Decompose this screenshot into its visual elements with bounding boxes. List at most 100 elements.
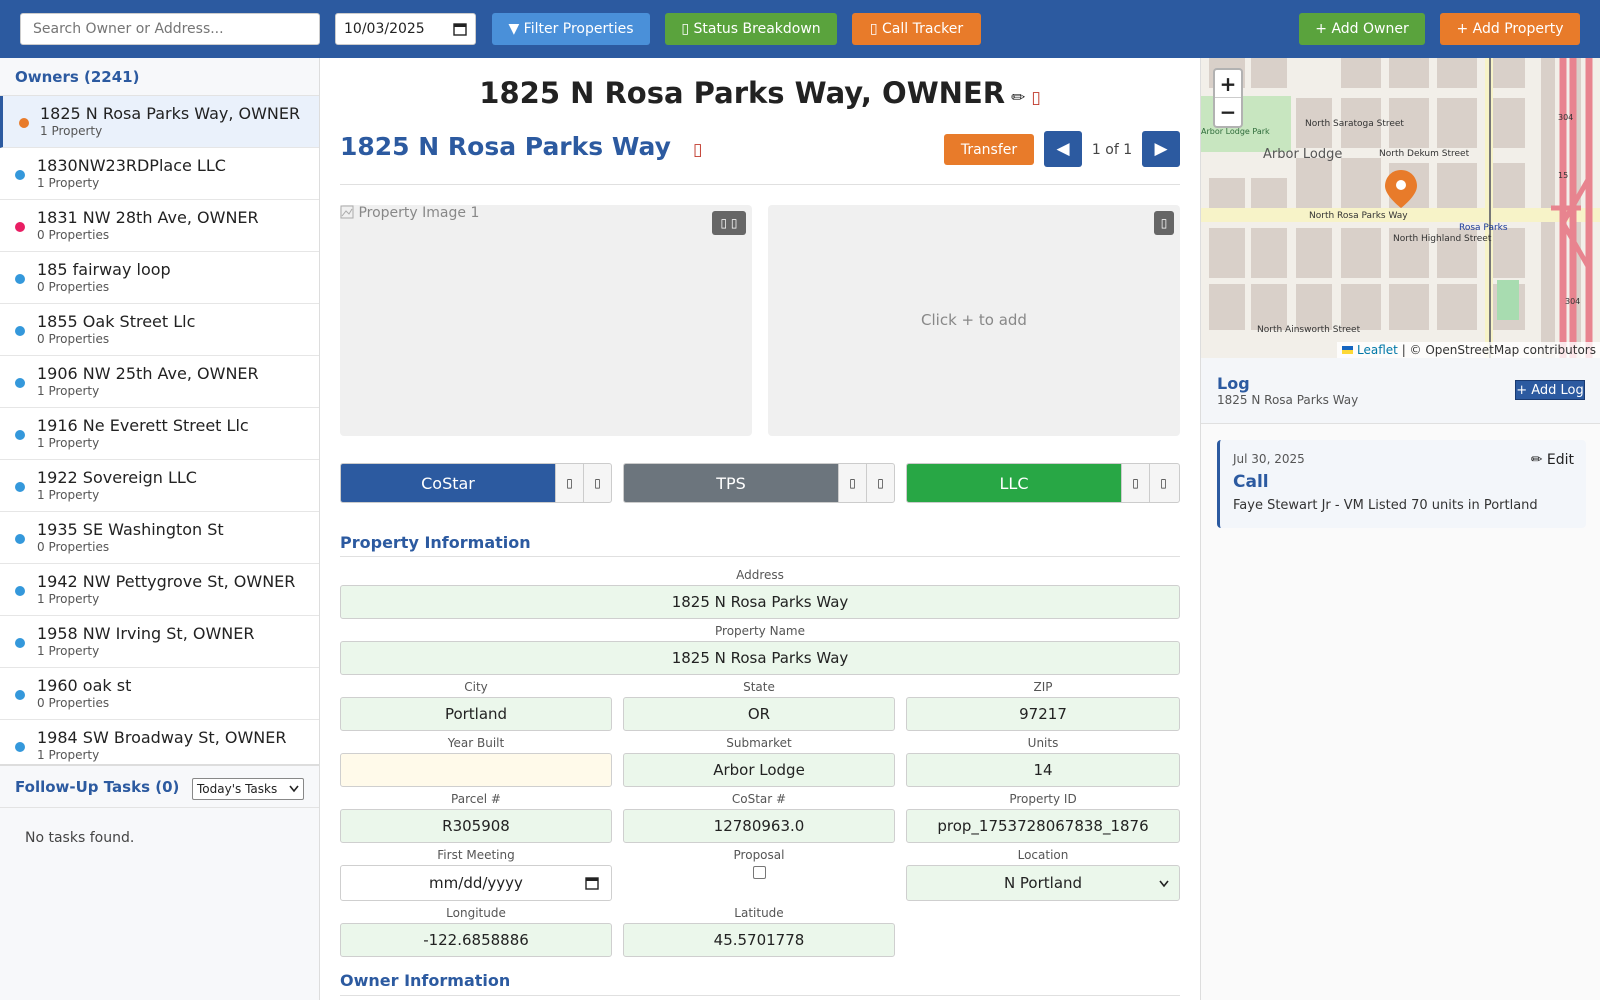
status-dot xyxy=(15,170,25,180)
city-label: City xyxy=(464,680,488,694)
log-entry-type: Call xyxy=(1233,472,1269,492)
calendar-icon[interactable] xyxy=(585,876,599,890)
search-input[interactable] xyxy=(20,13,320,45)
map-label-dekum: North Dekum Street xyxy=(1379,149,1470,159)
status-dot xyxy=(15,586,25,596)
filter-properties-button[interactable]: ▼ Filter Properties xyxy=(492,13,650,45)
tps-copy-icon[interactable]: ▯ xyxy=(838,464,866,502)
transfer-button[interactable]: Transfer xyxy=(944,134,1034,165)
zip-field[interactable]: 97217 xyxy=(906,697,1180,731)
owner-title-text: 1825 N Rosa Parks Way, OWNER xyxy=(479,76,1006,110)
property-image-slot-1[interactable]: Property Image 1 ▯ ▯ xyxy=(340,205,752,436)
property-map[interactable]: Arbor Lodge North Rosa Parks Way Rosa Pa… xyxy=(1201,58,1600,358)
calendar-icon[interactable] xyxy=(453,22,467,36)
costar-copy-icon[interactable]: ▯ xyxy=(555,464,583,502)
status-breakdown-button[interactable]: ▯ Status Breakdown xyxy=(665,13,837,45)
costar-button[interactable]: CoStar xyxy=(341,464,555,502)
owner-property-count: 1 Property xyxy=(37,436,100,450)
owner-list-item[interactable]: 1958 NW Irving St, OWNER 1 Property xyxy=(0,616,319,668)
add-owner-button[interactable]: + Add Owner xyxy=(1299,13,1425,45)
tps-link-icon[interactable]: ▯ xyxy=(866,464,894,502)
zoom-out-button[interactable]: − xyxy=(1215,98,1241,126)
map-label-ainsworth: North Ainsworth Street xyxy=(1257,325,1361,335)
osm-attribution: | © OpenStreetMap contributors xyxy=(1397,343,1596,357)
owner-list-item[interactable]: 1960 oak st 0 Properties xyxy=(0,668,319,720)
broken-image-alt: Property Image 1 xyxy=(340,205,479,221)
tps-button[interactable]: TPS xyxy=(624,464,838,502)
divider xyxy=(340,995,1180,996)
owner-list-item[interactable]: 185 fairway loop 0 Properties xyxy=(0,252,319,304)
llc-button[interactable]: LLC xyxy=(907,464,1121,502)
call-tracker-button[interactable]: ▯ Call Tracker xyxy=(852,13,981,45)
owner-name: 1942 NW Pettygrove St, OWNER xyxy=(37,572,296,591)
owner-list[interactable]: 1825 N Rosa Parks Way, OWNER 1 Property 18… xyxy=(0,96,319,762)
property-image-slot-2[interactable]: ▯ Click + to add xyxy=(768,205,1180,436)
longitude-label: Longitude xyxy=(446,906,506,920)
prev-property-button[interactable]: ◀ xyxy=(1044,131,1082,167)
zoom-in-button[interactable]: + xyxy=(1215,70,1241,98)
latitude-field[interactable]: 45.5701778 xyxy=(623,923,895,957)
owner-list-item[interactable]: 1935 SE Washington St 0 Properties xyxy=(0,512,319,564)
map-zoom-control: + − xyxy=(1213,68,1243,128)
log-entry-edit-button[interactable]: ✏ Edit xyxy=(1531,452,1574,468)
owner-list-item[interactable]: 1830NW23RDPlace LLC 1 Property xyxy=(0,148,319,200)
delete-icon[interactable]: ▯ xyxy=(1031,88,1040,108)
next-property-button[interactable]: ▶ xyxy=(1142,131,1180,167)
first-meeting-date-input[interactable]: mm/dd/yyyy xyxy=(340,865,612,901)
owner-list-item[interactable]: 1906 NW 25th Ave, OWNER 1 Property xyxy=(0,356,319,408)
year-built-label: Year Built xyxy=(447,736,505,750)
add-log-button[interactable]: + Add Log xyxy=(1515,380,1585,400)
log-entry-note: Faye Stewart Jr - VM Listed 70 units in … xyxy=(1233,498,1538,513)
property-name-field[interactable]: 1825 N Rosa Parks Way xyxy=(340,641,1180,675)
image-add-tool-button[interactable]: ▯ xyxy=(1154,211,1174,235)
submarket-field[interactable]: Arbor Lodge xyxy=(623,753,895,787)
property-id-field[interactable]: prop_1753728067838_1876 xyxy=(906,809,1180,843)
owner-name: 1958 NW Irving St, OWNER xyxy=(37,624,255,643)
location-select[interactable]: N Portland xyxy=(906,865,1180,901)
no-tasks-text: No tasks found. xyxy=(25,830,135,846)
map-label-highland: North Highland Street xyxy=(1393,234,1492,244)
right-panel: Arbor Lodge North Rosa Parks Way Rosa Pa… xyxy=(1200,58,1600,1000)
owner-list-item[interactable]: 1922 Sovereign LLC 1 Property xyxy=(0,460,319,512)
status-dot xyxy=(15,638,25,648)
status-dot xyxy=(15,742,25,752)
date-picker[interactable]: 10/03/2025 xyxy=(335,13,476,45)
city-field[interactable]: Portland xyxy=(340,697,612,731)
owner-list-item[interactable]: 1825 N Rosa Parks Way, OWNER 1 Property xyxy=(0,96,319,148)
followup-filter-select[interactable]: Today's Tasks xyxy=(192,778,304,800)
owner-property-count: 0 Properties xyxy=(37,280,110,294)
image-tools-button[interactable]: ▯ ▯ xyxy=(712,211,746,235)
longitude-field[interactable]: -122.6858886 xyxy=(340,923,612,957)
state-field[interactable]: OR xyxy=(623,697,895,731)
map-label-hw15: 15 xyxy=(1558,171,1568,180)
edit-icon[interactable]: ✏ xyxy=(1011,88,1025,108)
owner-list-item[interactable]: 1855 Oak Street Llc 0 Properties xyxy=(0,304,319,356)
map-label-saratoga: North Saratoga Street xyxy=(1305,119,1404,129)
year-built-field[interactable] xyxy=(340,753,612,787)
broken-image-icon xyxy=(340,205,354,219)
llc-link-icon[interactable]: ▯ xyxy=(1149,464,1177,502)
leaflet-link[interactable]: Leaflet xyxy=(1357,343,1398,357)
followup-body: No tasks found. xyxy=(0,808,319,1000)
owner-list-item[interactable]: 1831 NW 28th Ave, OWNER 0 Properties xyxy=(0,200,319,252)
parcel-field[interactable]: R305908 xyxy=(340,809,612,843)
owner-list-item[interactable]: 1984 SW Broadway St, OWNER 1 Property xyxy=(0,720,319,762)
rail-line xyxy=(1489,58,1491,358)
address-field[interactable]: 1825 N Rosa Parks Way xyxy=(340,585,1180,619)
chevron-down-icon xyxy=(289,785,299,793)
add-property-button[interactable]: + Add Property xyxy=(1440,13,1580,45)
map-tiles: Arbor Lodge North Rosa Parks Way Rosa Pa… xyxy=(1201,58,1600,358)
proposal-checkbox[interactable] xyxy=(753,866,766,879)
owner-list-item[interactable]: 1916 Ne Everett Street Llc 1 Property xyxy=(0,408,319,460)
owner-name: 1922 Sovereign LLC xyxy=(37,468,197,487)
delete-property-icon[interactable]: ▯ xyxy=(693,140,702,160)
costar-number-label: CoStar # xyxy=(731,792,787,806)
costar-number-field[interactable]: 12780963.0 xyxy=(623,809,895,843)
owner-name: 185 fairway loop xyxy=(37,260,171,279)
llc-copy-icon[interactable]: ▯ xyxy=(1121,464,1149,502)
owner-list-item[interactable]: 1942 NW Pettygrove St, OWNER 1 Property xyxy=(0,564,319,616)
status-dot xyxy=(15,274,25,284)
units-field[interactable]: 14 xyxy=(906,753,1180,787)
map-attribution: Leaflet | © OpenStreetMap contributors xyxy=(1337,342,1600,358)
costar-link-icon[interactable]: ▯ xyxy=(583,464,611,502)
